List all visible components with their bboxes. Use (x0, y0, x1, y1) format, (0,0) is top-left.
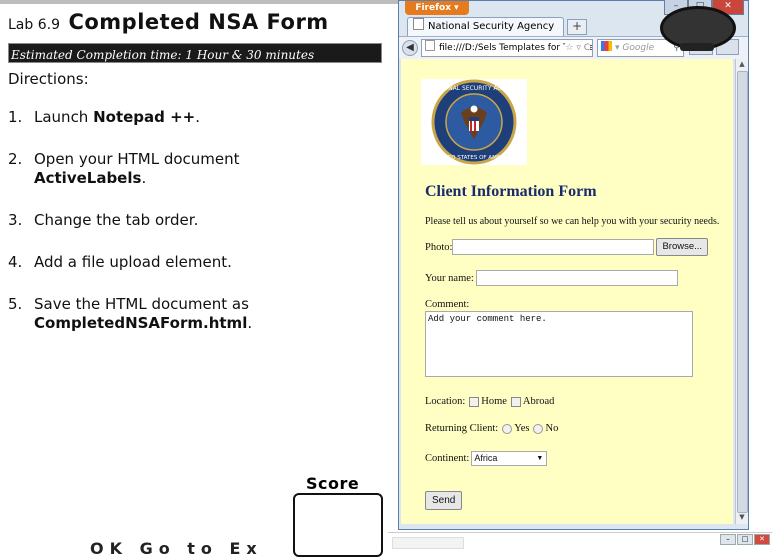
seal-text-top: NATIONAL SECURITY AGENCY (430, 85, 518, 92)
returning-client-label: Returning Client: (425, 423, 499, 434)
scroll-up-icon[interactable]: ▲ (737, 60, 747, 70)
comment-textarea[interactable]: Add your comment here. (425, 311, 693, 377)
new-tab-button[interactable]: + (567, 19, 587, 35)
abroad-checkbox[interactable] (510, 396, 521, 407)
background-window-tab[interactable] (392, 537, 464, 549)
step-item: 3. Change the tab order. (8, 211, 199, 229)
step-item: 5. Save the HTML document as CompletedNS… (8, 295, 253, 332)
next-exercise-text: OK Go to Ex (90, 539, 263, 558)
comment-label: Comment: (425, 299, 470, 310)
step-item: 2. Open your HTML document ActiveLabels. (8, 150, 240, 187)
name-input[interactable] (475, 270, 678, 286)
continent-select[interactable]: Africa ▼ (471, 451, 548, 466)
no-label: No (545, 423, 559, 434)
directions-label: Directions: (8, 70, 89, 88)
steps-list: 1. Launch Notepad ++. 2. Open your HTML … (8, 108, 388, 356)
intro-text: Please tell us about yourself so we can … (425, 216, 720, 227)
background-window: – □ ✕ (388, 532, 772, 553)
browse-button[interactable]: Browse... (656, 238, 709, 256)
reload-icon[interactable]: C (584, 43, 590, 53)
photo-label: Photo: (425, 241, 453, 253)
nsa-seal-icon: NATIONAL SECURITY AGENCY UNITED STATES O… (430, 79, 518, 165)
tab-title: National Security Agency (428, 21, 555, 32)
page-icon (413, 18, 424, 30)
tab-national-security-agency[interactable]: National Security Agency (407, 17, 564, 36)
lab-title: Lab 6.9 Completed NSA Form (8, 10, 329, 34)
location-row: Location: Home Abroad (425, 396, 554, 407)
name-label: Your name: (425, 272, 474, 284)
seal-text-bottom: UNITED STATES OF AMERICA (435, 155, 514, 161)
google-icon (601, 41, 612, 51)
background-window-controls: – □ ✕ (720, 534, 770, 545)
continent-label: Continent: (425, 453, 470, 464)
step-item: 1. Launch Notepad ++. (8, 108, 201, 126)
no-radio[interactable] (533, 423, 544, 434)
vertical-scrollbar[interactable]: ▲ ▼ (735, 59, 748, 524)
estimated-time-bar: Estimated Completion time: 1 Hour & 30 m… (8, 43, 382, 63)
estimated-time-text: Estimated Completion time: 1 Hour & 30 m… (11, 48, 315, 62)
chevron-down-icon: ▼ (536, 455, 544, 462)
page-content: NATIONAL SECURITY AGENCY UNITED STATES O… (401, 59, 733, 524)
top-divider (0, 0, 400, 4)
minimize-icon[interactable]: – (720, 534, 736, 545)
lab-name: Completed NSA Form (68, 10, 329, 34)
yes-label: Yes (514, 423, 530, 434)
location-label: Location: (425, 396, 466, 407)
step-item: 4. Add a file upload element. (8, 253, 232, 271)
home-checkbox[interactable] (469, 396, 480, 407)
photo-file-input[interactable] (452, 239, 655, 255)
lab-number: Lab 6.9 (8, 17, 60, 33)
continent-row: Continent: Africa ▼ (425, 451, 548, 466)
scrollbar-thumb[interactable] (737, 71, 748, 513)
firefox-menu-button[interactable]: Firefox ▾ (405, 1, 469, 15)
returning-client-row: Returning Client: Yes No (425, 423, 558, 434)
form-heading: Client Information Form (425, 183, 597, 200)
name-row: Your name: (425, 270, 678, 286)
webcam-base (680, 43, 714, 51)
close-icon[interactable]: ✕ (754, 534, 770, 545)
score-label: Score (306, 474, 360, 493)
back-arrow-icon[interactable]: ◀ (402, 40, 418, 56)
photo-row: Photo: Browse... (425, 238, 709, 256)
maximize-icon[interactable]: □ (737, 534, 753, 545)
page-icon (425, 40, 435, 51)
bookmark-star-icon[interactable]: ☆ (565, 43, 573, 53)
scroll-down-icon[interactable]: ▼ (737, 513, 747, 523)
home-label: Home (481, 396, 507, 407)
browser-window: Firefox ▾ – □ ✕ National Security Agency… (398, 0, 749, 530)
nsa-seal-logo: NATIONAL SECURITY AGENCY UNITED STATES O… (421, 79, 527, 165)
abroad-label: Abroad (522, 396, 555, 407)
yes-radio[interactable] (502, 423, 513, 434)
address-bar[interactable]: file:///D:/Sels Templates for Teacher ☆ … (421, 39, 593, 57)
send-button[interactable]: Send (425, 491, 463, 510)
score-box (293, 493, 383, 557)
